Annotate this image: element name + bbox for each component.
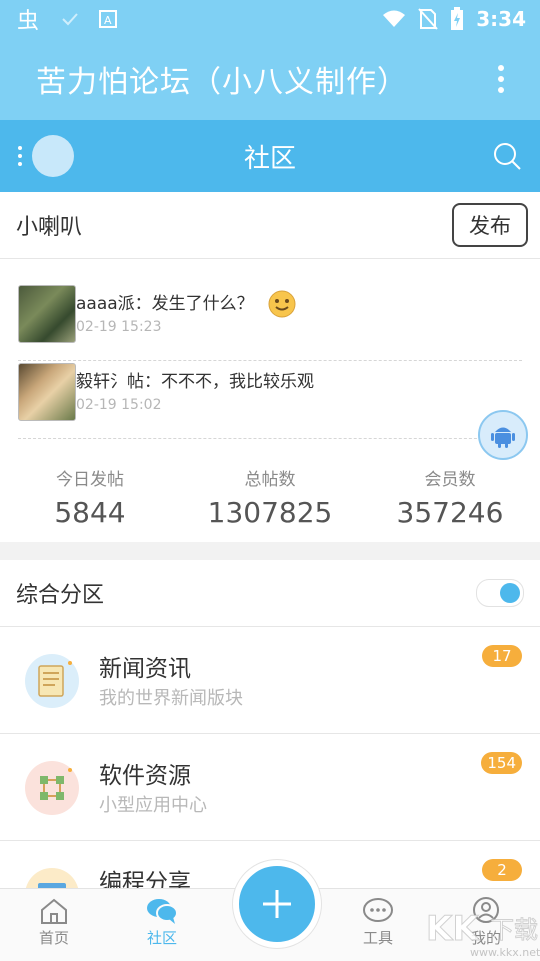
tools-icon — [363, 898, 393, 922]
app-title: 苦力怕论坛（小八义制作） — [36, 65, 408, 100]
unread-badge: 17 — [482, 645, 522, 667]
plus-icon — [263, 890, 291, 918]
software-icon — [25, 761, 79, 815]
post-text: 毅轩氵帖：不不不，我比较乐观 — [76, 372, 314, 392]
app-icon: 虫 — [17, 9, 39, 32]
unread-badge: 154 — [481, 752, 522, 774]
forum-stats: 今日发帖 5844 总帖数 1307825 会员数 357246 — [0, 447, 540, 542]
post-time: 02-19 15:23 — [76, 319, 162, 335]
community-icon — [147, 899, 178, 924]
post-thumbnail — [18, 363, 76, 421]
nav-label: 首页 — [38, 929, 69, 947]
svg-text:下载: 下载 — [490, 916, 538, 944]
add-post-button[interactable] — [233, 860, 321, 948]
section-title: 综合分区 — [16, 583, 105, 608]
no-sim-icon — [418, 8, 438, 30]
post-time: 02-19 15:02 — [76, 397, 162, 413]
stat-total-posts: 总帖数 1307825 — [180, 447, 360, 542]
nav-community[interactable]: 社区 — [122, 897, 202, 948]
stat-value: 5844 — [54, 496, 126, 529]
announcement-list: aaaa派：发生了什么？ 02-19 15:23 毅轩氵帖：不不不，我比较乐观 … — [0, 259, 540, 446]
avatar[interactable] — [32, 135, 74, 177]
page-title: 社区 — [243, 143, 296, 174]
menu-icon[interactable] — [18, 146, 22, 166]
community-header: 社区 — [0, 120, 540, 192]
list-item[interactable]: 毅轩氵帖：不不不，我比较乐观 02-19 15:02 — [18, 363, 522, 439]
post-text: aaaa派：发生了什么？ — [76, 294, 254, 314]
battery-icon — [451, 7, 464, 30]
forum-desc: 小型应用中心 — [99, 795, 207, 816]
android-float-button[interactable] — [478, 410, 528, 460]
news-icon — [25, 654, 79, 708]
nav-label: 工具 — [362, 929, 393, 947]
post-thumbnail — [18, 285, 76, 343]
stat-label: 会员数 — [424, 470, 476, 490]
status-bar: 虫 A 3:34 — [0, 0, 540, 38]
home-icon — [41, 898, 67, 924]
watermark-logo: KK 下载 www.kkx.net — [426, 909, 540, 960]
forum-desc: 我的世界新闻版块 — [99, 688, 243, 709]
smile-emoji — [268, 290, 296, 318]
stat-value: 1307825 — [207, 496, 333, 529]
svg-text:A: A — [104, 14, 112, 27]
list-item[interactable]: aaaa派：发生了什么？ 02-19 15:23 — [18, 285, 522, 361]
check-icon — [62, 13, 78, 26]
announcement-title: 小喇叭 — [16, 215, 83, 240]
stat-label: 今日发帖 — [56, 470, 124, 490]
unread-badge: 2 — [482, 859, 522, 881]
stat-label: 总帖数 — [244, 470, 296, 490]
clock: 3:34 — [476, 7, 526, 31]
search-icon[interactable] — [492, 141, 522, 171]
wifi-icon — [383, 10, 406, 27]
forum-name: 新闻资讯 — [99, 656, 191, 682]
nav-tools[interactable]: 工具 — [338, 897, 418, 948]
announcement-card: 小喇叭 发布 aaaa派：发生了什么？ 02-19 15:23 毅轩氵帖：不不不… — [0, 192, 540, 542]
nav-home[interactable]: 首页 — [14, 897, 94, 948]
svg-text:KK: KK — [426, 909, 480, 949]
forum-item-news[interactable]: 新闻资讯 我的世界新闻版块 17 — [0, 627, 540, 734]
android-icon — [491, 427, 515, 448]
stat-value: 357246 — [396, 496, 504, 529]
stat-today-posts: 今日发帖 5844 — [0, 447, 180, 542]
svg-text:www.kkx.net: www.kkx.net — [470, 946, 540, 959]
nav-label: 社区 — [146, 929, 177, 947]
app-bar: 苦力怕论坛（小八义制作） — [0, 38, 540, 120]
more-vert-icon[interactable] — [498, 65, 504, 93]
forum-item-software[interactable]: 软件资源 小型应用中心 154 — [0, 734, 540, 841]
publish-button[interactable]: 发布 — [452, 203, 528, 247]
svg-text:虫: 虫 — [17, 9, 39, 32]
stat-members: 会员数 357246 — [360, 447, 540, 542]
a-icon: A — [99, 10, 117, 28]
section-toggle[interactable] — [476, 579, 524, 607]
forum-name: 软件资源 — [99, 763, 191, 789]
